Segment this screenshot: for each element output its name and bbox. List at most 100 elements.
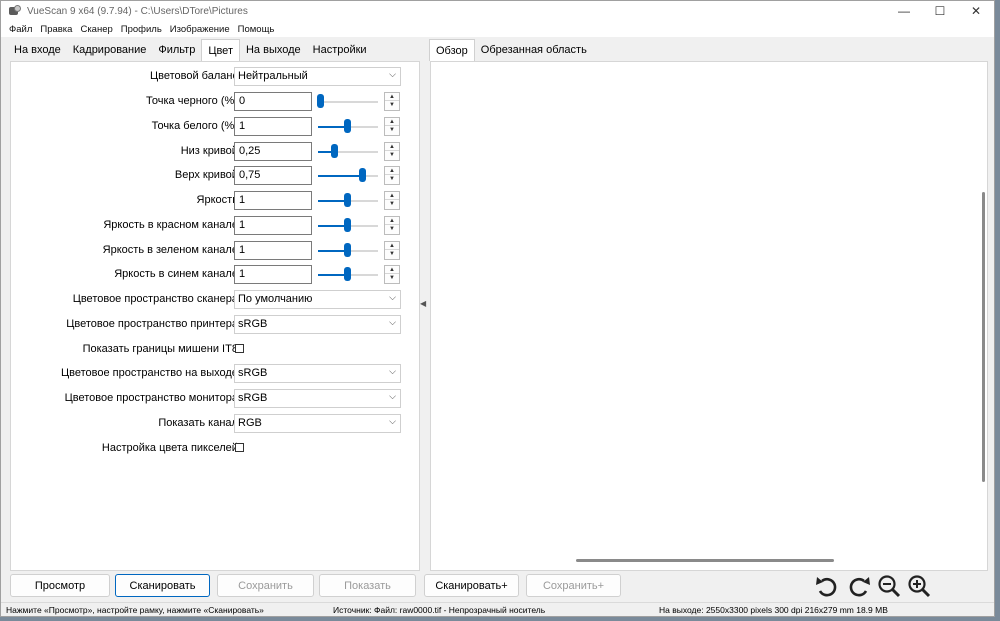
- white-point-slider[interactable]: [318, 119, 378, 135]
- spin-down-icon[interactable]: ▼: [385, 175, 399, 183]
- slider-thumb[interactable]: [317, 94, 324, 108]
- preview-button[interactable]: Просмотр: [10, 574, 110, 597]
- spin-down-icon[interactable]: ▼: [385, 274, 399, 282]
- spin-up-icon[interactable]: ▲: [385, 192, 399, 200]
- brightness-input[interactable]: 1: [234, 191, 312, 210]
- green-brightness-slider[interactable]: [318, 243, 378, 259]
- black-point-input[interactable]: 0: [234, 92, 312, 111]
- vertical-scrollbar[interactable]: [982, 192, 985, 482]
- slider-thumb[interactable]: [344, 119, 351, 133]
- tab-filter[interactable]: Фильтр: [152, 39, 201, 61]
- row-scanner-color-space: Цветовое пространство сканера: По умолча…: [11, 290, 421, 310]
- close-button[interactable]: ✕: [958, 1, 994, 21]
- printer-color-space-select[interactable]: sRGB ⌵: [234, 315, 401, 334]
- curve-high-spinner[interactable]: ▲ ▼: [384, 166, 400, 185]
- spin-up-icon[interactable]: ▲: [385, 266, 399, 274]
- show-channel-label: Показать канал:: [158, 417, 241, 429]
- menu-profile[interactable]: Профиль: [121, 24, 162, 35]
- spin-down-icon[interactable]: ▼: [385, 225, 399, 233]
- minimize-button[interactable]: —: [886, 1, 922, 21]
- row-black-point: Точка черного (%): 0 ▲ ▼: [11, 92, 421, 112]
- blue-brightness-label: Яркость в синем канале:: [114, 268, 241, 280]
- white-point-spinner[interactable]: ▲ ▼: [384, 117, 400, 136]
- white-point-input[interactable]: 1: [234, 117, 312, 136]
- red-brightness-input[interactable]: 1: [234, 216, 312, 235]
- rotate-right-icon[interactable]: [846, 573, 872, 599]
- menu-help[interactable]: Помощь: [238, 24, 275, 35]
- red-brightness-label: Яркость в красном канале:: [103, 219, 241, 231]
- spin-up-icon[interactable]: ▲: [385, 167, 399, 175]
- save-button[interactable]: Сохранить: [217, 574, 314, 597]
- menu-image[interactable]: Изображение: [170, 24, 230, 35]
- spin-down-icon[interactable]: ▼: [385, 250, 399, 258]
- status-hint: Нажмите «Просмотр», настройте рамку, наж…: [6, 605, 264, 615]
- slider-thumb[interactable]: [344, 218, 351, 232]
- red-brightness-spinner[interactable]: ▲ ▼: [384, 216, 400, 235]
- red-brightness-slider[interactable]: [318, 218, 378, 234]
- tab-color[interactable]: Цвет: [201, 39, 240, 61]
- rotate-left-icon[interactable]: [814, 573, 840, 599]
- black-point-slider[interactable]: [317, 94, 378, 110]
- pixel-color-adjust-checkbox[interactable]: [235, 443, 244, 452]
- slider-thumb[interactable]: [344, 243, 351, 257]
- slider-thumb[interactable]: [344, 267, 351, 281]
- show-channel-select[interactable]: RGB ⌵: [234, 414, 401, 433]
- monitor-color-space-select[interactable]: sRGB ⌵: [234, 389, 401, 408]
- brightness-spinner[interactable]: ▲ ▼: [384, 191, 400, 210]
- spin-up-icon[interactable]: ▲: [385, 93, 399, 101]
- blue-brightness-slider[interactable]: [318, 267, 378, 283]
- tab-output[interactable]: На выходе: [240, 39, 307, 61]
- output-color-space-value: sRGB: [238, 367, 268, 379]
- spin-up-icon[interactable]: ▲: [385, 143, 399, 151]
- slider-fill: [318, 200, 347, 202]
- spin-up-icon[interactable]: ▲: [385, 242, 399, 250]
- curve-low-slider[interactable]: [318, 144, 378, 160]
- tab-settings[interactable]: Настройки: [307, 39, 373, 61]
- curve-low-spinner[interactable]: ▲ ▼: [384, 142, 400, 161]
- spin-down-icon[interactable]: ▼: [385, 126, 399, 134]
- spin-up-icon[interactable]: ▲: [385, 118, 399, 126]
- blue-brightness-input[interactable]: 1: [234, 265, 312, 284]
- tab-preview[interactable]: Обзор: [429, 39, 475, 61]
- curve-high-input[interactable]: 0,75: [234, 166, 312, 185]
- preview-area[interactable]: [430, 61, 988, 571]
- maximize-button[interactable]: ☐: [922, 1, 958, 21]
- menu-scanner[interactable]: Сканер: [80, 24, 112, 35]
- row-monitor-color-space: Цветовое пространство монитора: sRGB ⌵: [11, 389, 421, 409]
- show-button[interactable]: Показать: [319, 574, 416, 597]
- green-brightness-spinner[interactable]: ▲ ▼: [384, 241, 400, 260]
- splitter-arrow-icon[interactable]: ◀: [420, 299, 426, 308]
- spin-down-icon[interactable]: ▼: [385, 200, 399, 208]
- horizontal-scrollbar[interactable]: [576, 559, 834, 562]
- scanner-color-space-select[interactable]: По умолчанию ⌵: [234, 290, 401, 309]
- black-point-spinner[interactable]: ▲ ▼: [384, 92, 400, 111]
- output-color-space-select[interactable]: sRGB ⌵: [234, 364, 401, 383]
- blue-brightness-spinner[interactable]: ▲ ▼: [384, 265, 400, 284]
- spin-down-icon[interactable]: ▼: [385, 101, 399, 109]
- spin-up-icon[interactable]: ▲: [385, 217, 399, 225]
- menu-edit[interactable]: Правка: [40, 24, 72, 35]
- brightness-slider[interactable]: [318, 193, 378, 209]
- scan-plus-button[interactable]: Сканировать+: [424, 574, 519, 597]
- curve-low-input[interactable]: 0,25: [234, 142, 312, 161]
- spin-down-icon[interactable]: ▼: [385, 151, 399, 159]
- show-it8-checkbox[interactable]: [235, 344, 244, 353]
- tab-crop[interactable]: Кадрирование: [67, 39, 153, 61]
- tab-cropped-area[interactable]: Обрезанная область: [475, 39, 593, 61]
- show-it8-label: Показать границы мишени IT8:: [82, 343, 241, 355]
- zoom-in-icon[interactable]: [906, 573, 932, 599]
- slider-thumb[interactable]: [344, 193, 351, 207]
- row-white-point: Точка белого (%): 1 ▲ ▼: [11, 117, 421, 137]
- menu-file[interactable]: Файл: [9, 24, 32, 35]
- zoom-out-icon[interactable]: [876, 573, 902, 599]
- green-brightness-input[interactable]: 1: [234, 241, 312, 260]
- scan-button[interactable]: Сканировать: [115, 574, 210, 597]
- save-plus-button[interactable]: Сохранить+: [526, 574, 621, 597]
- status-output: На выходе: 2550x3300 pixels 300 dpi 216x…: [659, 605, 888, 615]
- color-balance-select[interactable]: Нейтральный ⌵: [234, 67, 401, 86]
- curve-high-slider[interactable]: [318, 168, 378, 184]
- slider-thumb[interactable]: [359, 168, 366, 182]
- slider-thumb[interactable]: [331, 144, 338, 158]
- tab-input[interactable]: На входе: [1, 39, 67, 61]
- slider-fill: [318, 250, 347, 252]
